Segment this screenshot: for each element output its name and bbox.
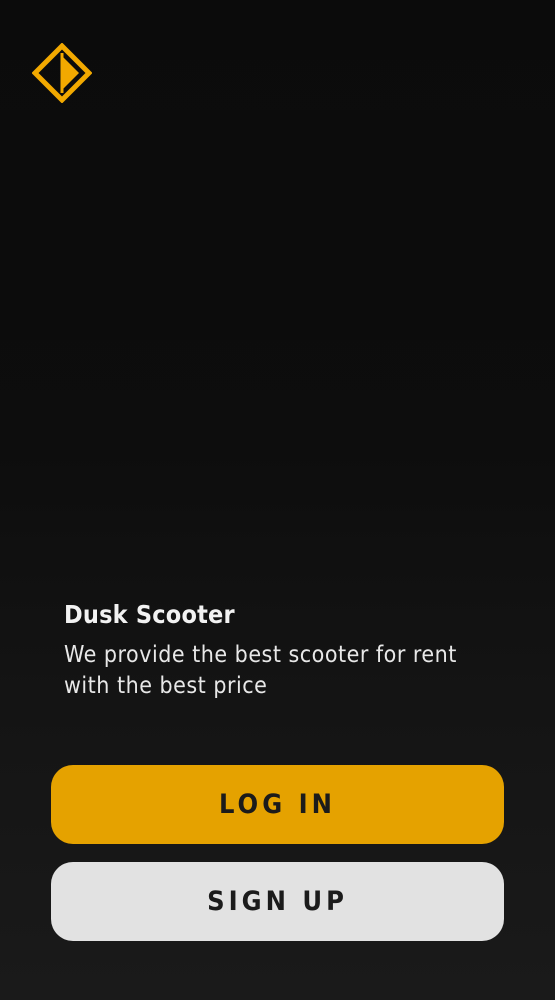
welcome-screen: Dusk Scooter We provide the best scooter… [0, 0, 555, 1000]
logo-graphic [31, 42, 93, 104]
diamond-logo-icon [31, 42, 93, 104]
app-tagline: We provide the best scooter for rent wit… [64, 642, 457, 699]
signup-button[interactable]: SIGN UP [51, 862, 504, 941]
intro-section: Dusk Scooter We provide the best scooter… [64, 598, 494, 702]
app-title: Dusk Scooter [64, 600, 235, 629]
login-button[interactable]: LOG IN [51, 765, 504, 844]
